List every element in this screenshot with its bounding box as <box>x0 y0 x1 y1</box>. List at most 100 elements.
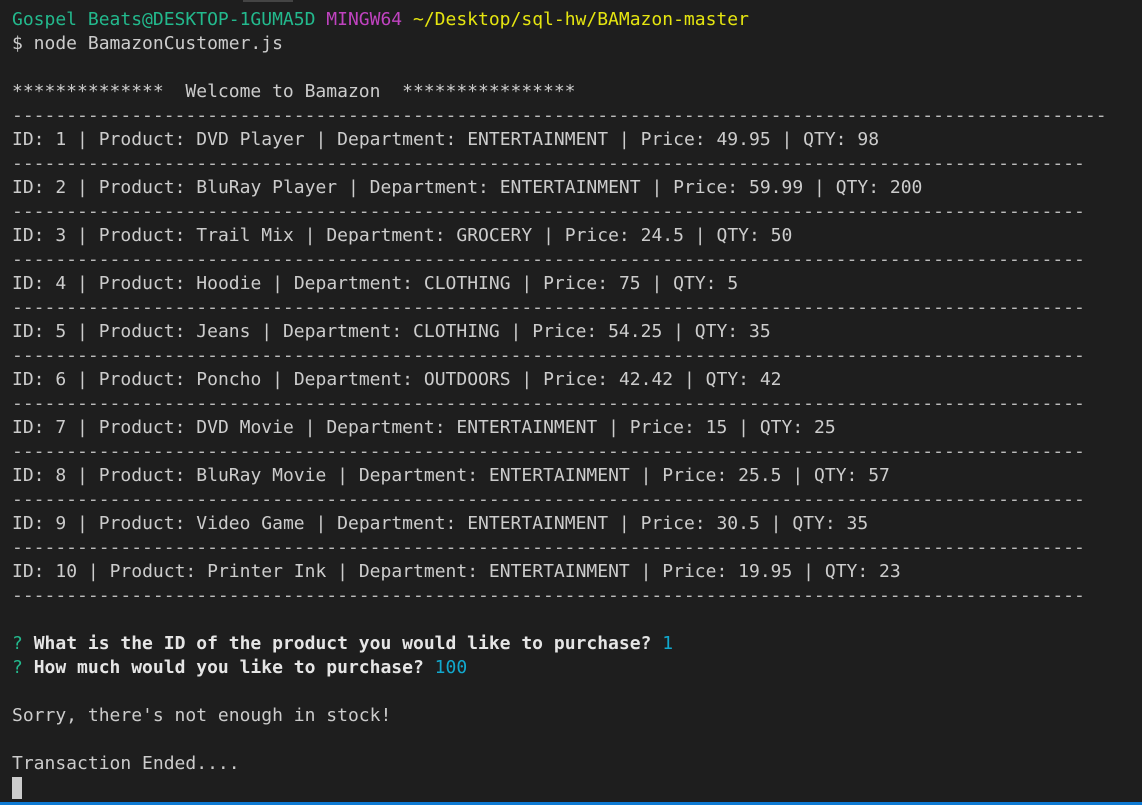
product-qty: 200 <box>889 177 923 198</box>
separator: | <box>66 321 99 342</box>
product-name: Trail Mix <box>196 225 294 246</box>
product-qty: 57 <box>868 465 890 486</box>
price-label: Price: <box>662 465 739 486</box>
product-qty: 35 <box>846 513 869 534</box>
separator: | <box>499 321 533 342</box>
separator: | <box>304 129 338 150</box>
product-label: Product: <box>98 513 197 534</box>
divider: ----------------------------------------… <box>12 441 1085 462</box>
product-name: BluRay Player <box>196 177 338 198</box>
qty-label: QTY: <box>824 561 880 582</box>
question-mark-icon: ? <box>12 657 23 678</box>
department-label: Department: <box>326 225 457 246</box>
product-list: ID: 1 | Product: DVD Player | Department… <box>12 128 1142 608</box>
product-id: 1 <box>55 129 67 150</box>
command-line: $ node BamazonCustomer.js <box>12 33 283 54</box>
product-id: 2 <box>55 177 67 198</box>
product-department: ENTERTAINMENT <box>499 177 641 198</box>
product-department: ENTERTAINMENT <box>488 465 630 486</box>
product-label: Product: <box>98 465 197 486</box>
terminal-output[interactable]: Gospel Beats@DESKTOP-1GUMA5D MINGW64 ~/D… <box>12 8 1142 800</box>
answer-text: 100 <box>434 657 468 678</box>
separator: | <box>673 369 706 390</box>
product-label: Product: <box>98 177 197 198</box>
qty-label: QTY: <box>673 273 728 294</box>
separator: | <box>304 513 338 534</box>
question-mark-icon: ? <box>12 633 23 654</box>
separator: | <box>640 177 674 198</box>
separator: | <box>803 177 836 198</box>
product-name: DVD Player <box>196 129 305 150</box>
product-price: 54.25 <box>608 321 663 342</box>
product-qty: 25 <box>814 417 836 438</box>
product-price: 49.95 <box>716 129 771 150</box>
answer-text: 1 <box>662 633 674 654</box>
price-label: Price: <box>673 177 749 198</box>
id-label: ID: <box>12 465 56 486</box>
product-department: ENTERTAINMENT <box>456 417 598 438</box>
product-row: ID: 5 | Product: Jeans | Department: CLO… <box>12 320 1142 344</box>
question-text: How much would you like to purchase? <box>33 657 424 678</box>
department-label: Department: <box>293 273 424 294</box>
product-qty: 35 <box>748 321 771 342</box>
divider: ----------------------------------------… <box>12 537 1085 558</box>
product-name: Poncho <box>196 369 262 390</box>
separator: | <box>66 129 99 150</box>
department-label: Department: <box>337 129 468 150</box>
product-row: ID: 10 | Product: Printer Ink | Departme… <box>12 560 1142 584</box>
product-department: GROCERY <box>456 225 533 246</box>
department-label: Department: <box>282 321 414 342</box>
separator: | <box>629 561 663 582</box>
separator: | <box>510 273 544 294</box>
product-label: Product: <box>109 561 208 582</box>
id-label: ID: <box>12 513 56 534</box>
qty-label: QTY: <box>759 417 815 438</box>
price-label: Price: <box>662 561 739 582</box>
divider: ----------------------------------------… <box>12 249 1085 270</box>
product-price: 24.5 <box>640 225 684 246</box>
separator: | <box>727 417 760 438</box>
separator: | <box>759 513 793 534</box>
product-price: 19.95 <box>738 561 793 582</box>
product-department: ENTERTAINMENT <box>467 513 609 534</box>
separator: | <box>781 465 815 486</box>
price-label: Price: <box>640 513 717 534</box>
product-qty: 98 <box>857 129 880 150</box>
id-label: ID: <box>12 561 56 582</box>
separator: | <box>261 369 294 390</box>
separator: | <box>510 369 544 390</box>
product-row: ID: 3 | Product: Trail Mix | Department:… <box>12 224 1142 248</box>
product-label: Product: <box>98 321 197 342</box>
product-row: ID: 4 | Product: Hoodie | Department: CL… <box>12 272 1142 296</box>
product-id: 5 <box>55 321 67 342</box>
product-id: 3 <box>55 225 67 246</box>
cursor <box>12 777 22 799</box>
product-id: 8 <box>55 465 67 486</box>
separator: | <box>337 177 370 198</box>
separator: | <box>326 465 359 486</box>
product-row: ID: 9 | Product: Video Game | Department… <box>12 512 1142 536</box>
window-drag-handle <box>243 0 293 2</box>
product-price: 59.99 <box>748 177 804 198</box>
prompt-system: MINGW64 <box>326 9 403 30</box>
product-department: CLOTHING <box>423 273 511 294</box>
department-label: Department: <box>326 417 457 438</box>
divider: ----------------------------------------… <box>12 489 1085 510</box>
separator: | <box>597 417 630 438</box>
price-label: Price: <box>543 273 619 294</box>
product-row: ID: 6 | Product: Poncho | Department: OU… <box>12 368 1142 392</box>
separator: | <box>261 273 294 294</box>
id-label: ID: <box>12 417 56 438</box>
product-name: Video Game <box>196 513 305 534</box>
separator: | <box>608 129 641 150</box>
product-qty: 42 <box>759 369 782 390</box>
separator: | <box>250 321 283 342</box>
product-id: 6 <box>55 369 67 390</box>
department-label: Department: <box>358 465 489 486</box>
id-label: ID: <box>12 225 56 246</box>
separator: | <box>326 561 359 582</box>
product-row: ID: 7 | Product: DVD Movie | Department:… <box>12 416 1142 440</box>
product-department: CLOTHING <box>413 321 500 342</box>
separator: | <box>66 465 99 486</box>
id-label: ID: <box>12 369 56 390</box>
